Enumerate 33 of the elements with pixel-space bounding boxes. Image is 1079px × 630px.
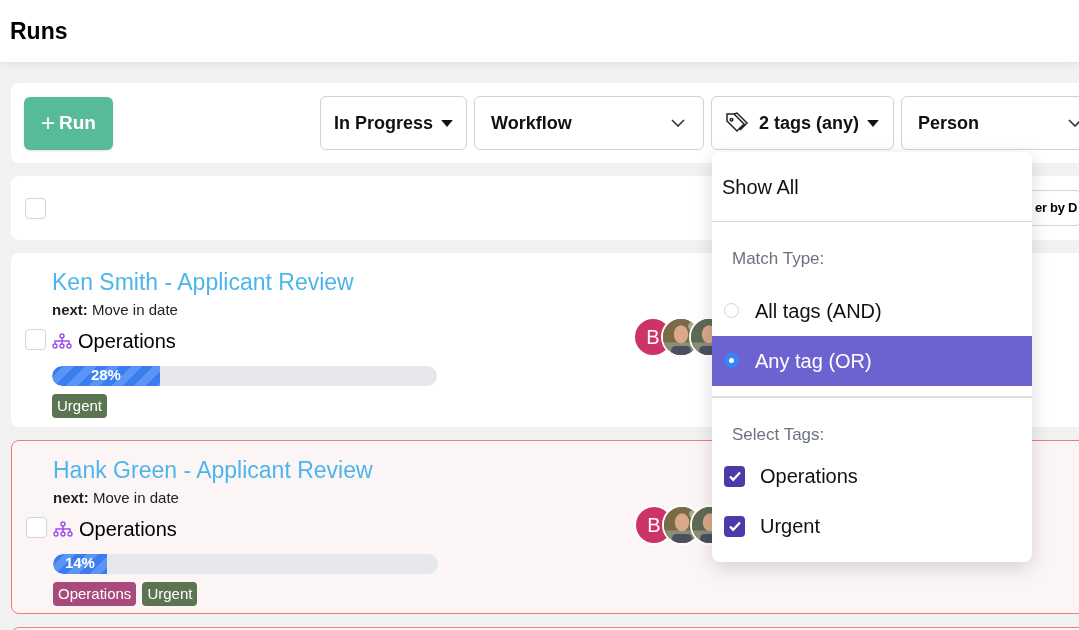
filter-dropdown[interactable]: Workflow [474, 96, 704, 150]
radio-option[interactable]: All tags (AND) [712, 285, 1032, 336]
checkbox[interactable] [724, 515, 745, 537]
filter-dropdown[interactable]: In Progress [320, 96, 467, 150]
next-step: next: Move in date [52, 299, 621, 322]
tag: Operations [53, 581, 137, 606]
menu-item[interactable]: Show All [712, 152, 1032, 222]
tag: Urgent [142, 581, 198, 606]
next-step: next: Move in date [53, 487, 622, 510]
checkbox[interactable] [25, 197, 46, 219]
checkbox[interactable] [25, 329, 46, 350]
caret-icon [441, 119, 454, 127]
caret-icon [867, 119, 880, 127]
filter-dropdown[interactable]: Person [901, 96, 1079, 150]
section-heading: Select Tags: [731, 423, 826, 446]
filter-dropdown[interactable]: 2 tags (any) [711, 96, 894, 150]
hierarchy-icon [53, 520, 73, 537]
workflow-name: Operations [79, 516, 177, 542]
section-heading: Match Type: [731, 248, 826, 270]
chevron-down-icon [1068, 119, 1079, 127]
radio-option[interactable]: Any tag (OR) [712, 335, 1032, 386]
chevron-down-icon [671, 119, 685, 127]
tag-option-label[interactable]: Urgent [760, 511, 821, 541]
checkbox[interactable] [724, 465, 745, 487]
page-title: Runs [10, 16, 68, 46]
progress-label: 14% [64, 553, 95, 574]
workflow-name: Operations [78, 328, 176, 354]
hierarchy-icon [52, 332, 72, 349]
checkbox[interactable] [26, 517, 47, 538]
progress-label: 28% [90, 365, 121, 386]
tag: Urgent [52, 393, 108, 418]
tag-icon [725, 111, 751, 135]
tag-option-label[interactable]: Operations [760, 461, 858, 491]
